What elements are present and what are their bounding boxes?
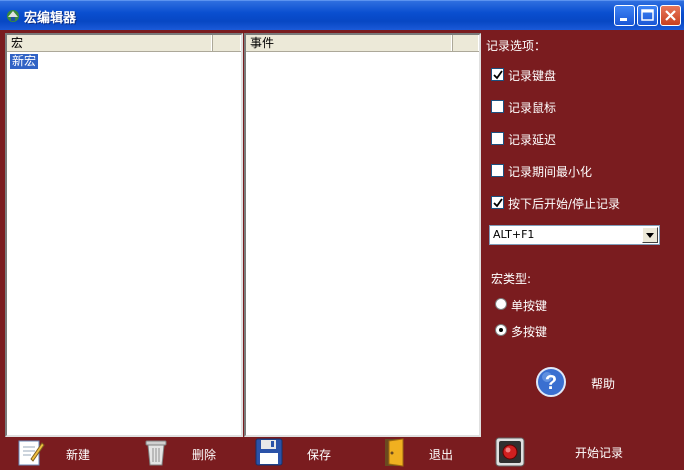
maximize-button[interactable] bbox=[637, 5, 658, 26]
minimize-button[interactable] bbox=[614, 5, 635, 26]
hotkey-select-value: ALT+F1 bbox=[493, 228, 535, 241]
macro-app-icon bbox=[7, 10, 19, 22]
window-title: 宏编辑器 bbox=[24, 11, 77, 26]
title-bar[interactable]: 宏编辑器 bbox=[0, 0, 684, 30]
minimize-while-recording-label[interactable]: 记录期间最小化 bbox=[508, 163, 592, 180]
start-record-label: 开始记录 bbox=[575, 446, 624, 460]
hotkey-toggle-checkbox[interactable] bbox=[491, 196, 504, 209]
close-button[interactable] bbox=[660, 5, 681, 26]
minimize-icon bbox=[620, 18, 627, 21]
help-icon: ? bbox=[536, 367, 566, 397]
save-button[interactable]: 保存 bbox=[255, 435, 335, 469]
record-delay-checkbox[interactable] bbox=[491, 132, 504, 145]
floppy-disk-icon bbox=[255, 438, 283, 466]
help-button[interactable]: ? 帮助 bbox=[535, 366, 645, 400]
save-label: 保存 bbox=[307, 448, 332, 462]
event-list[interactable]: 事件 bbox=[244, 33, 481, 437]
checkmark-icon bbox=[493, 198, 503, 208]
radio-selected-dot bbox=[499, 328, 503, 332]
multi-key-label[interactable]: 多按键 bbox=[511, 323, 547, 340]
delete-label: 删除 bbox=[192, 448, 217, 462]
single-key-radio[interactable] bbox=[495, 298, 507, 310]
record-keyboard-checkbox[interactable] bbox=[491, 68, 504, 81]
record-options-heading: 记录选项： bbox=[486, 39, 547, 53]
record-keyboard-label[interactable]: 记录键盘 bbox=[508, 67, 556, 84]
help-label: 帮助 bbox=[591, 377, 616, 391]
new-document-icon bbox=[18, 440, 45, 466]
single-key-label[interactable]: 单按键 bbox=[511, 297, 547, 314]
close-icon bbox=[665, 10, 676, 21]
macro-list[interactable]: 宏 新宏 bbox=[5, 33, 243, 437]
checkmark-icon bbox=[493, 70, 503, 80]
hotkey-select-dropdown-button[interactable] bbox=[642, 227, 658, 243]
new-button[interactable]: 新建 bbox=[17, 435, 97, 469]
event-column-header[interactable]: 事件 bbox=[246, 35, 453, 51]
macro-column-filler bbox=[213, 35, 241, 51]
hotkey-toggle-label[interactable]: 按下后开始/停止记录 bbox=[508, 195, 620, 212]
record-icon bbox=[495, 437, 525, 467]
minimize-while-recording-checkbox[interactable] bbox=[491, 164, 504, 177]
macro-list-item[interactable]: 新宏 bbox=[8, 53, 40, 70]
exit-label: 退出 bbox=[429, 448, 454, 462]
macro-list-header: 宏 bbox=[7, 35, 241, 52]
event-list-header: 事件 bbox=[246, 35, 479, 52]
event-column-filler bbox=[453, 35, 479, 51]
hotkey-select[interactable]: ALT+F1 bbox=[489, 225, 660, 245]
macro-type-heading: 宏类型: bbox=[491, 272, 532, 286]
delete-button[interactable]: 删除 bbox=[143, 435, 223, 469]
trash-icon bbox=[145, 440, 167, 466]
record-mouse-label[interactable]: 记录鼠标 bbox=[508, 99, 556, 116]
svg-text:?: ? bbox=[545, 372, 557, 394]
multi-key-radio[interactable] bbox=[495, 324, 507, 336]
maximize-icon bbox=[641, 9, 654, 21]
exit-door-icon bbox=[385, 438, 404, 467]
exit-button[interactable]: 退出 bbox=[383, 435, 463, 469]
client-area: 宏 新宏 事件 记录选项： 记录键盘 记录鼠标 记录延迟 记录期间最小化 按下后… bbox=[3, 30, 681, 470]
chevron-down-icon bbox=[646, 233, 654, 238]
new-label: 新建 bbox=[66, 448, 91, 462]
record-delay-label[interactable]: 记录延迟 bbox=[508, 131, 556, 148]
macro-column-header[interactable]: 宏 bbox=[7, 35, 213, 51]
start-record-button[interactable]: 开始记录 bbox=[495, 435, 635, 469]
record-mouse-checkbox[interactable] bbox=[491, 100, 504, 113]
